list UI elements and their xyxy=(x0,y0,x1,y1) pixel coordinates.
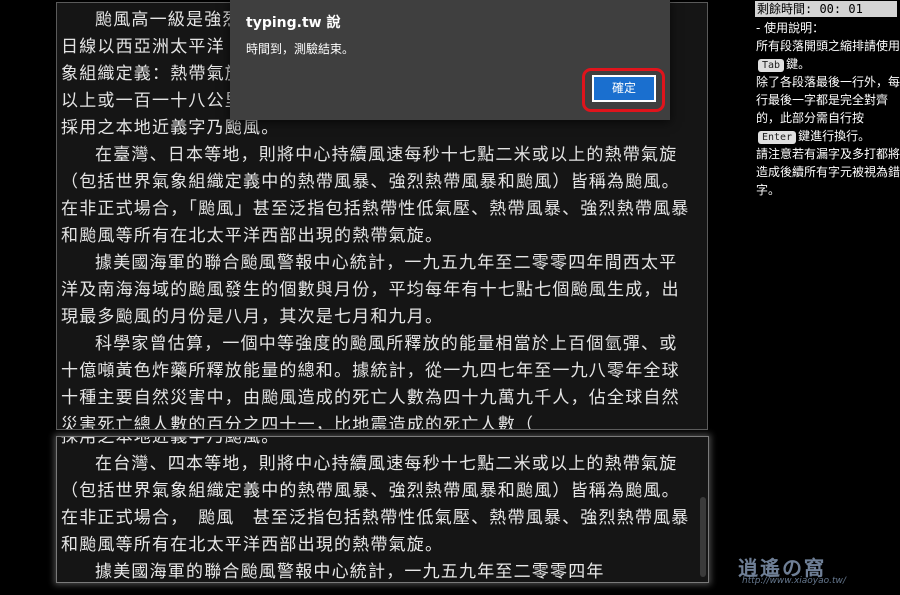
dialog-title: typing.tw 說 xyxy=(246,15,341,31)
remaining-time: 剩餘時間: 00: 01 xyxy=(755,1,897,17)
reference-paragraph: 科學家曾估算，一個中等強度的颱風所釋放的能量相當於上百個氫彈、或十億噸黃色炸藥所… xyxy=(61,334,680,430)
instructions-sidebar: 剩餘時間: 00: 01 - 使用說明： 所有段落開頭之縮排請使用 Tab 鍵。 除… xyxy=(755,0,900,595)
instruction-indent-suffix: 鍵。 xyxy=(786,57,811,71)
typed-paragraph: 據美國海軍的聯合颱風警報中心統計，一九五九年至二零零四年 xyxy=(95,562,605,582)
instructions-text: - 使用說明： 所有段落開頭之縮排請使用 Tab 鍵。 除了各段落最後一行外，每行最… xyxy=(755,19,900,199)
instruction-errors: 請注意若有漏字及多打都將造成後續所有字元被視為錯字。 xyxy=(756,147,900,197)
reference-paragraph: 在臺灣、日本等地，則將中心持續風速每秒十七點二米或以上的熱帶氣旋（包括世界氣象組… xyxy=(61,145,690,246)
typing-input-area[interactable]: 採用之本地近義字乃颱風。在台灣、四本等地，則將中心持續風速每秒十七點二米或以上的… xyxy=(56,436,709,583)
typed-paragraph: 採用之本地近義字乃颱風。 xyxy=(61,436,280,447)
reference-paragraph: 據美國海軍的聯合颱風警報中心統計，一九五九年至二零零四年間西太平洋及南海海域的颱… xyxy=(61,253,680,327)
watermark-url: http://www.xiaoyao.tw/ xyxy=(742,576,846,586)
tab-key-badge: Tab xyxy=(758,59,785,72)
instructions-heading: - 使用說明： xyxy=(756,21,825,35)
instruction-linebreak-suffix: 鍵進行換行。 xyxy=(798,129,871,143)
enter-key-badge: Enter xyxy=(758,131,797,144)
alert-dialog: typing.tw 說 時間到，測驗結束。 確定 xyxy=(230,0,670,120)
instruction-linebreak-text: 除了各段落最後一行外，每行最後一字都是完全對齊的，此部分需自行按 xyxy=(756,75,900,125)
scrollbar-thumb[interactable] xyxy=(700,497,706,577)
instruction-indent: 所有段落開頭之縮排請使用 Tab 鍵。 xyxy=(756,37,900,73)
ok-button[interactable]: 確定 xyxy=(592,75,656,102)
instruction-linebreak: 除了各段落最後一行外，每行最後一字都是完全對齊的，此部分需自行按 Enter 鍵進行… xyxy=(756,73,900,145)
typed-paragraph: 在台灣、四本等地，則將中心持續風速每秒十七點二米或以上的熱帶氣旋（包括世界氣象組… xyxy=(61,454,690,555)
typed-text-body[interactable]: 採用之本地近義字乃颱風。在台灣、四本等地，則將中心持續風速每秒十七點二米或以上的… xyxy=(57,436,708,582)
instruction-indent-text: 所有段落開頭之縮排請使用 xyxy=(756,39,900,53)
dialog-message: 時間到，測驗結束。 xyxy=(246,42,355,56)
